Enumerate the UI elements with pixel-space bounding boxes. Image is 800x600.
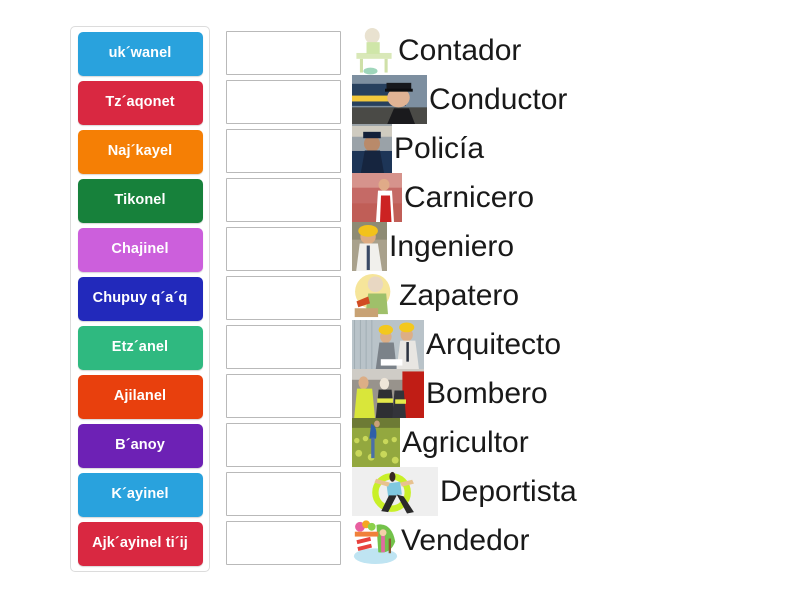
word-tile[interactable]: B´anoy — [77, 424, 203, 468]
athlete-running-photo — [352, 467, 438, 516]
match-up-activity: uk´wanel Tz´aqonet Naj´kayel Tikonel Chajine… — [0, 0, 800, 600]
answer-row: Arquitecto — [352, 320, 792, 369]
drop-zone[interactable] — [226, 472, 341, 516]
firefighters-photo — [352, 369, 424, 418]
answer-row: Carnicero — [352, 173, 792, 222]
word-tile-label: Ajk´ayinel ti´ij — [92, 535, 188, 552]
drop-zone[interactable] — [226, 423, 341, 467]
answer-row: Contador — [352, 26, 792, 75]
word-tile-label: Tikonel — [114, 192, 166, 209]
word-tile-label: Chupuy q´a´q — [92, 290, 188, 307]
architects-blueprint-photo — [352, 320, 424, 369]
word-tile-label: Ajilanel — [113, 388, 167, 405]
word-tile[interactable]: Ajilanel — [77, 375, 203, 419]
drop-zone[interactable] — [226, 276, 341, 320]
answer-row: Zapatero — [352, 271, 792, 320]
answer-label: Ingeniero — [389, 229, 515, 263]
answer-label: Carnicero — [404, 180, 535, 214]
word-tile[interactable]: Chupuy q´a´q — [77, 277, 203, 321]
answer-column: Contador Conductor Policía Carnicero Ingenie… — [352, 26, 792, 565]
word-tile[interactable]: uk´wanel — [77, 32, 203, 76]
word-tile[interactable]: Tz´aqonet — [77, 81, 203, 125]
answer-label: Agricultor — [402, 425, 529, 459]
word-tile-label: Tz´aqonet — [105, 94, 175, 111]
word-tile[interactable]: Etz´anel — [77, 326, 203, 370]
farmer-in-field-photo — [352, 418, 400, 467]
accountant-at-desk-illustration — [352, 26, 396, 75]
drop-zone[interactable] — [226, 31, 341, 75]
word-tile-label: Naj´kayel — [107, 143, 173, 160]
answer-row: Ingeniero — [352, 222, 792, 271]
drop-zone[interactable] — [226, 374, 341, 418]
answer-row: Policía — [352, 124, 792, 173]
drop-zone-column — [226, 31, 342, 570]
answer-label: Arquitecto — [426, 327, 562, 361]
drop-zone[interactable] — [226, 129, 341, 173]
answer-label: Policía — [394, 131, 485, 165]
market-vendor-illustration — [352, 516, 399, 565]
answer-label: Deportista — [440, 474, 577, 508]
word-tile-label: K´ayinel — [111, 486, 169, 503]
answer-row: Vendedor — [352, 516, 792, 565]
word-tile[interactable]: Tikonel — [77, 179, 203, 223]
engineer-hardhat-photo — [352, 222, 387, 271]
word-tile[interactable]: Chajinel — [77, 228, 203, 272]
police-officer-photo — [352, 124, 392, 173]
answer-label: Zapatero — [399, 278, 520, 312]
answer-row: Conductor — [352, 75, 792, 124]
shoemaker-illustration — [352, 271, 397, 320]
drop-zone[interactable] — [226, 521, 341, 565]
drop-zone[interactable] — [226, 178, 341, 222]
answer-label: Contador — [398, 33, 522, 67]
drop-zone[interactable] — [226, 227, 341, 271]
word-tile[interactable]: Naj´kayel — [77, 130, 203, 174]
drop-zone[interactable] — [226, 80, 341, 124]
butcher-in-shop-photo — [352, 173, 402, 222]
word-tile-label: uk´wanel — [108, 45, 172, 62]
word-tile-label: Chajinel — [111, 241, 169, 258]
word-tile-panel: uk´wanel Tz´aqonet Naj´kayel Tikonel Chajine… — [70, 26, 210, 572]
answer-label: Vendedor — [401, 523, 530, 557]
train-conductor-photo — [352, 75, 427, 124]
word-tile[interactable]: K´ayinel — [77, 473, 203, 517]
answer-row: Bombero — [352, 369, 792, 418]
answer-row: Agricultor — [352, 418, 792, 467]
drop-zone[interactable] — [226, 325, 341, 369]
word-tile-label: Etz´anel — [111, 339, 169, 356]
word-tile[interactable]: Ajk´ayinel ti´ij — [77, 522, 203, 566]
answer-row: Deportista — [352, 467, 792, 516]
answer-label: Bombero — [426, 376, 548, 410]
answer-label: Conductor — [429, 82, 568, 116]
word-tile-label: B´anoy — [115, 437, 165, 454]
